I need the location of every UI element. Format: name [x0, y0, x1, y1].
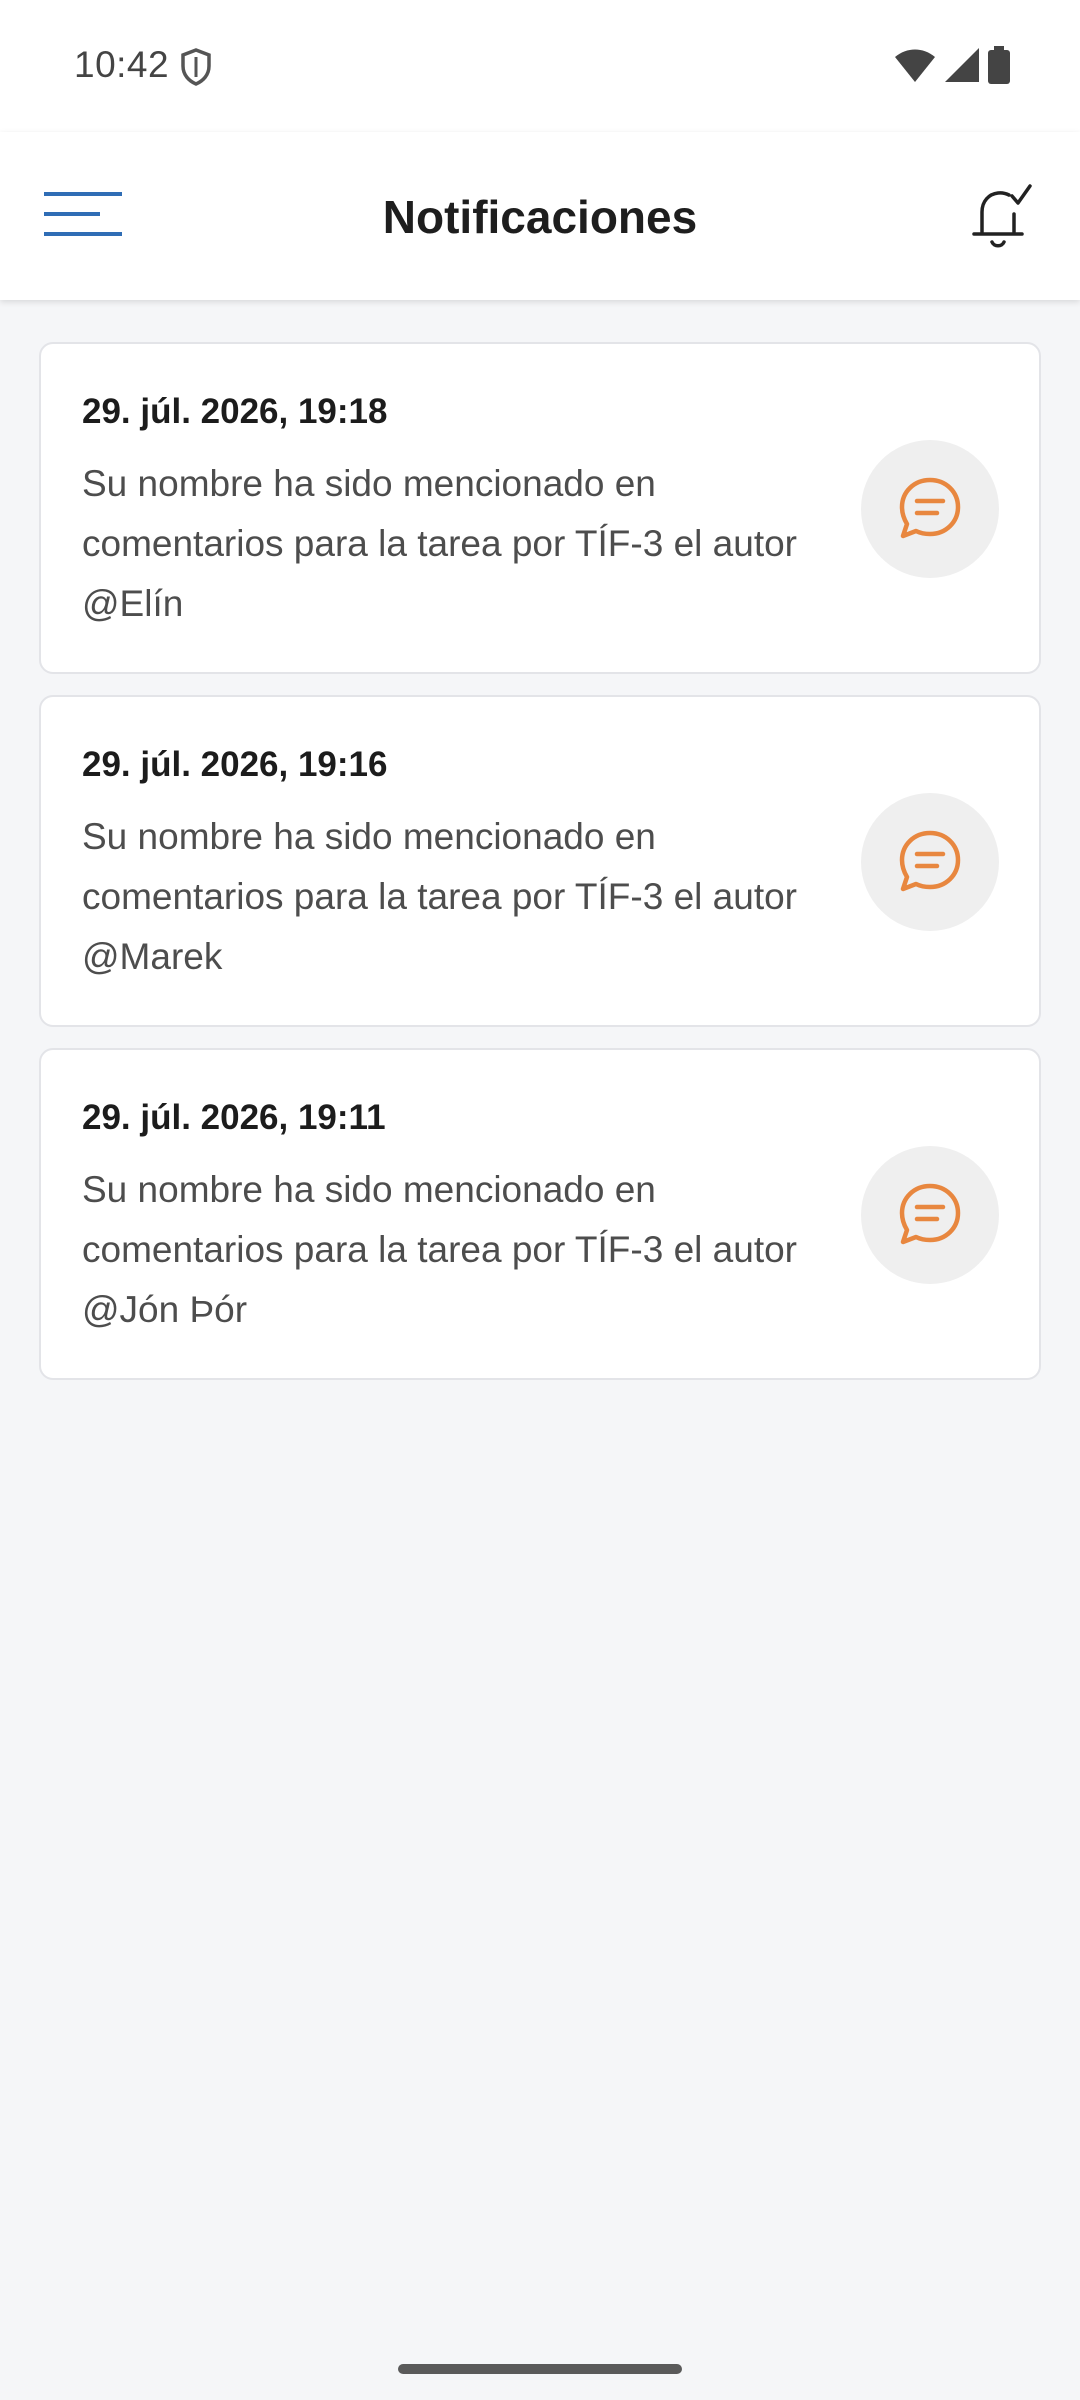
notification-list: 29. júl. 2026, 19:18 Su nombre ha sido m…: [39, 342, 1041, 1401]
notification-card[interactable]: 29. júl. 2026, 19:11 Su nombre ha sido m…: [39, 1048, 1041, 1380]
signal-icon: [945, 48, 979, 82]
notification-settings-button[interactable]: [960, 176, 1040, 256]
comment-icon: [899, 477, 961, 539]
status-time: 10:42: [74, 44, 170, 85]
notification-date: 29. júl. 2026, 19:16: [82, 745, 388, 784]
wifi-icon: [895, 49, 935, 82]
gesture-nav-bar[interactable]: [398, 2364, 682, 2374]
battery-icon: [988, 46, 1010, 84]
notification-text: Su nombre ha sido mencionado en comentar…: [82, 1169, 797, 1330]
notification-text: Su nombre ha sido mencionado en comentar…: [82, 816, 797, 977]
comment-icon-badge: [861, 1146, 999, 1284]
notification-date: 29. júl. 2026, 19:11: [82, 1098, 386, 1137]
notification-date: 29. júl. 2026, 19:18: [82, 392, 388, 431]
status-bar: 10:42: [0, 0, 1080, 132]
status-icons: [894, 46, 1010, 84]
shield-icon: [181, 48, 211, 86]
app-bar: Notificaciones: [0, 132, 1080, 300]
notification-card[interactable]: 29. júl. 2026, 19:18 Su nombre ha sido m…: [39, 342, 1041, 674]
notification-card[interactable]: 29. júl. 2026, 19:16 Su nombre ha sido m…: [39, 695, 1041, 1027]
notification-text: Su nombre ha sido mencionado en comentar…: [82, 463, 797, 624]
comment-icon: [899, 830, 961, 892]
comment-icon: [899, 1183, 961, 1245]
comment-icon-badge: [861, 440, 999, 578]
comment-icon-badge: [861, 793, 999, 931]
page-title: Notificaciones: [382, 191, 698, 243]
bell-check-icon: [972, 184, 1032, 248]
